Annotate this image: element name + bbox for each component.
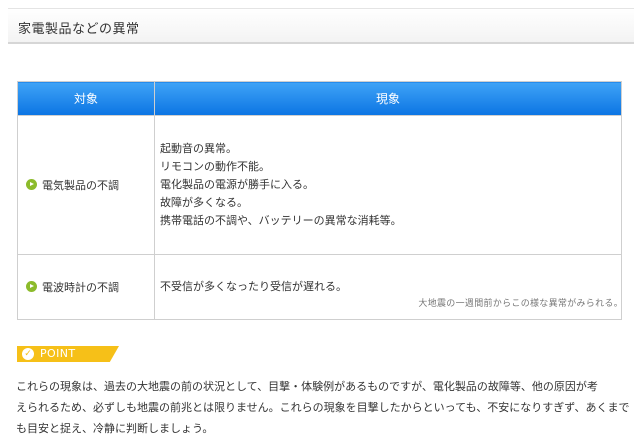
point-text: これらの現象は、過去の大地震の前の状況として、目撃・体験例があるものですが、電化… (16, 376, 630, 439)
table-note: 大地震の一週間前からこの様な異常がみられる。 (418, 299, 623, 309)
point-label: POINT (40, 347, 76, 360)
arrow-bullet-icon (26, 178, 37, 190)
target-label: 電気製品の不調 (42, 179, 119, 192)
phenomenon-cell: 起動音の異常。 リモコンの動作不能。 電化製品の電源が勝手に入る。 故障が多くな… (154, 115, 622, 255)
target-cell: 電波時計の不調 (17, 254, 155, 320)
phenomenon-line: 電化製品の電源が勝手に入る。 (160, 178, 314, 191)
point-text-line: も目安と捉え、冷静に判断しましょう。 (16, 422, 214, 435)
table-header-row: 対象 現象 (17, 81, 622, 116)
phenomenon-line: 故障が多くなる。 (160, 196, 248, 209)
arrow-bullet-icon (26, 280, 37, 292)
phenomenon-line: 起動音の異常。 (160, 142, 237, 155)
table-row: 電波時計の不調 不受信が多くなったり受信が遅れる。 (17, 254, 622, 320)
phenomenon-line: 不受信が多くなったり受信が遅れる。 (160, 280, 347, 293)
target-cell: 電気製品の不調 (17, 115, 155, 255)
phenomenon-line: リモコンの動作不能。 (160, 160, 270, 173)
point-badge: ✓ POINT (17, 346, 119, 362)
point-text-line: えられるため、必ずしも地震の前兆とは限りません。これらの現象を目撃したからといっ… (16, 401, 630, 414)
page: 家電製品などの異常 対象 現象 電気製品の不調 起動音の異常。 リモコンの動作不… (0, 0, 644, 447)
phenomena-table: 対象 現象 電気製品の不調 起動音の異常。 リモコンの動作不能。 電化製品の電源… (17, 81, 622, 320)
point-text-line: これらの現象は、過去の大地震の前の状況として、目撃・体験例があるものですが、電化… (16, 380, 598, 393)
check-circle-icon: ✓ (22, 348, 34, 360)
section-title: 家電製品などの異常 (18, 22, 140, 37)
table-row: 電気製品の不調 起動音の異常。 リモコンの動作不能。 電化製品の電源が勝手に入る… (17, 115, 622, 255)
header-phenomenon: 現象 (154, 81, 622, 116)
phenomenon-line: 携帯電話の不調や、バッテリーの異常な消耗等。 (160, 214, 402, 227)
target-label: 電波時計の不調 (42, 281, 119, 294)
section-header: 家電製品などの異常 (8, 8, 634, 44)
phenomenon-cell: 不受信が多くなったり受信が遅れる。 (154, 254, 622, 320)
header-target: 対象 (17, 81, 155, 116)
